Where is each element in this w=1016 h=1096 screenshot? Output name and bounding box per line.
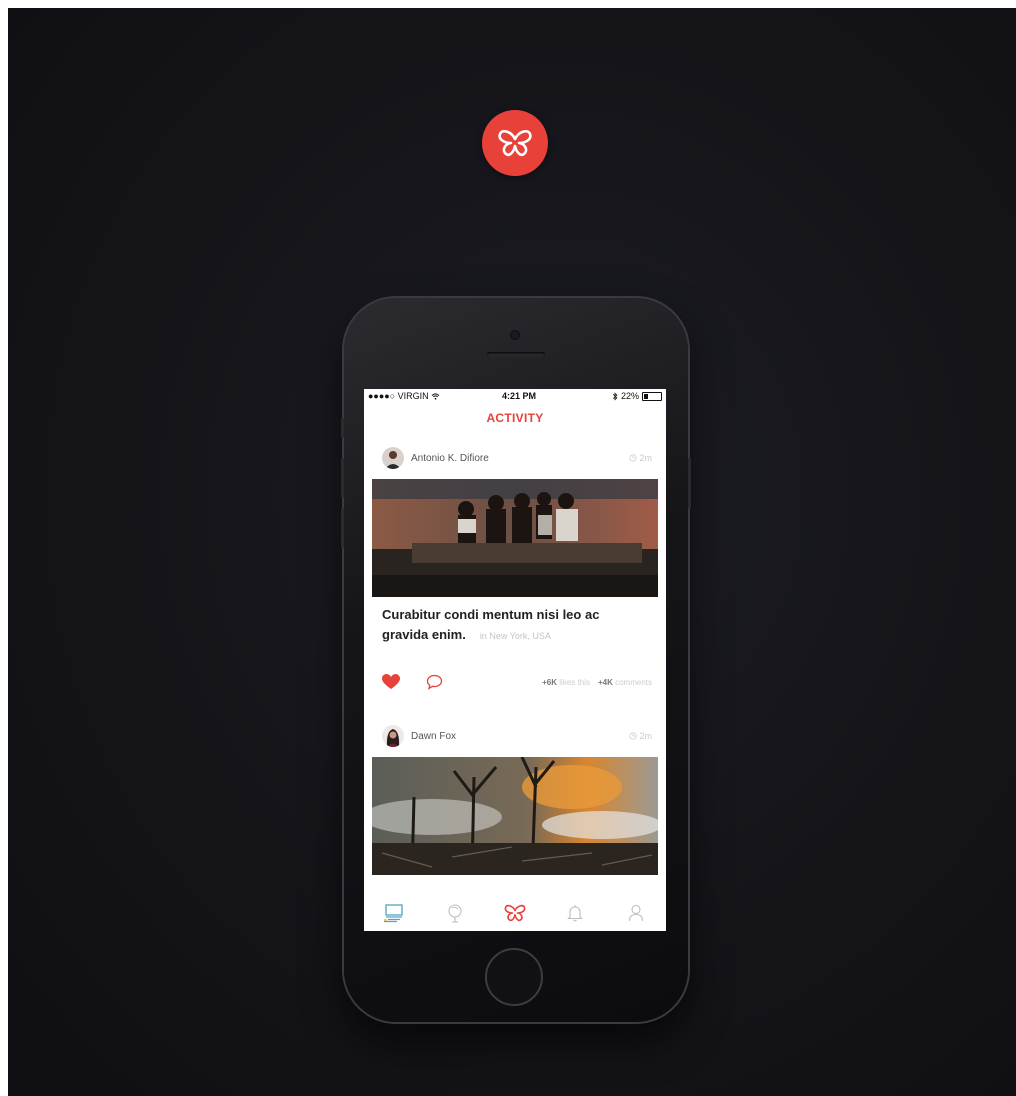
page-title: ACTIVITY xyxy=(486,411,544,425)
tab-profile[interactable] xyxy=(624,901,648,925)
clock-icon xyxy=(629,454,638,462)
author-name[interactable]: Dawn Fox xyxy=(411,731,456,742)
power-button xyxy=(688,458,691,508)
tab-notifications[interactable] xyxy=(563,901,587,925)
post-photo[interactable] xyxy=(372,757,658,875)
tab-feed[interactable] xyxy=(382,901,406,925)
post-time: 2m xyxy=(639,453,652,463)
author-name[interactable]: Antonio K. Difiore xyxy=(411,453,489,464)
volume-up-button xyxy=(341,458,344,498)
carrier-label: ●●●●○ VIRGIN xyxy=(368,391,429,401)
butterfly-icon xyxy=(504,904,526,922)
feed-icon xyxy=(384,904,403,923)
butterfly-icon xyxy=(498,129,532,157)
post-actions: +6K likes this +4K comments xyxy=(382,672,652,692)
profile-icon xyxy=(628,904,643,922)
post-photo[interactable] xyxy=(372,479,658,597)
bluetooth-icon xyxy=(612,391,618,401)
likes-stat[interactable]: +6K likes this xyxy=(542,678,590,687)
caption-line: gravida enim. xyxy=(382,627,466,642)
battery-level xyxy=(644,393,648,399)
phone-device: ●●●●○ VIRGIN 4:21 PM 22% ACTIVITY Antoni… xyxy=(341,298,691,1022)
status-bar: ●●●●○ VIRGIN 4:21 PM 22% xyxy=(364,389,666,403)
post-header: Dawn Fox 2m xyxy=(382,723,652,749)
avatar[interactable] xyxy=(382,447,404,469)
heart-icon[interactable] xyxy=(382,674,400,690)
comments-count: +4K xyxy=(597,677,613,687)
clock: 4:21 PM xyxy=(501,391,536,401)
comment-icon[interactable] xyxy=(426,674,443,690)
post-time: 2m xyxy=(639,731,652,741)
likes-count: +6K xyxy=(542,677,558,687)
avatar[interactable] xyxy=(382,725,404,747)
post-header: Antonio K. Difiore 2m xyxy=(382,445,652,471)
caption-line: Curabitur condi mentum nisi leo ac xyxy=(382,607,600,622)
tab-activity[interactable] xyxy=(503,901,527,925)
earpiece-speaker xyxy=(487,352,545,357)
comments-label: comments xyxy=(615,677,652,687)
post-location[interactable]: in New York, USA xyxy=(480,631,551,641)
app-screen: ●●●●○ VIRGIN 4:21 PM 22% ACTIVITY Antoni… xyxy=(364,389,666,931)
battery-percent: 22% xyxy=(620,391,639,401)
post-caption: Curabitur condi mentum nisi leo ac gravi… xyxy=(382,605,652,646)
likes-label: likes this xyxy=(559,677,590,687)
mute-switch xyxy=(341,418,344,438)
wifi-icon xyxy=(431,392,440,400)
tab-bar xyxy=(364,895,666,931)
clock-icon xyxy=(629,732,638,740)
explore-icon xyxy=(448,904,462,923)
comments-stat[interactable]: +4K comments xyxy=(598,678,652,687)
front-camera xyxy=(510,330,520,340)
battery-icon xyxy=(642,391,662,401)
app-logo xyxy=(482,110,548,176)
tab-explore[interactable] xyxy=(443,901,467,925)
home-button[interactable] xyxy=(485,948,543,1006)
volume-down-button xyxy=(341,508,344,548)
bell-icon xyxy=(567,905,584,922)
